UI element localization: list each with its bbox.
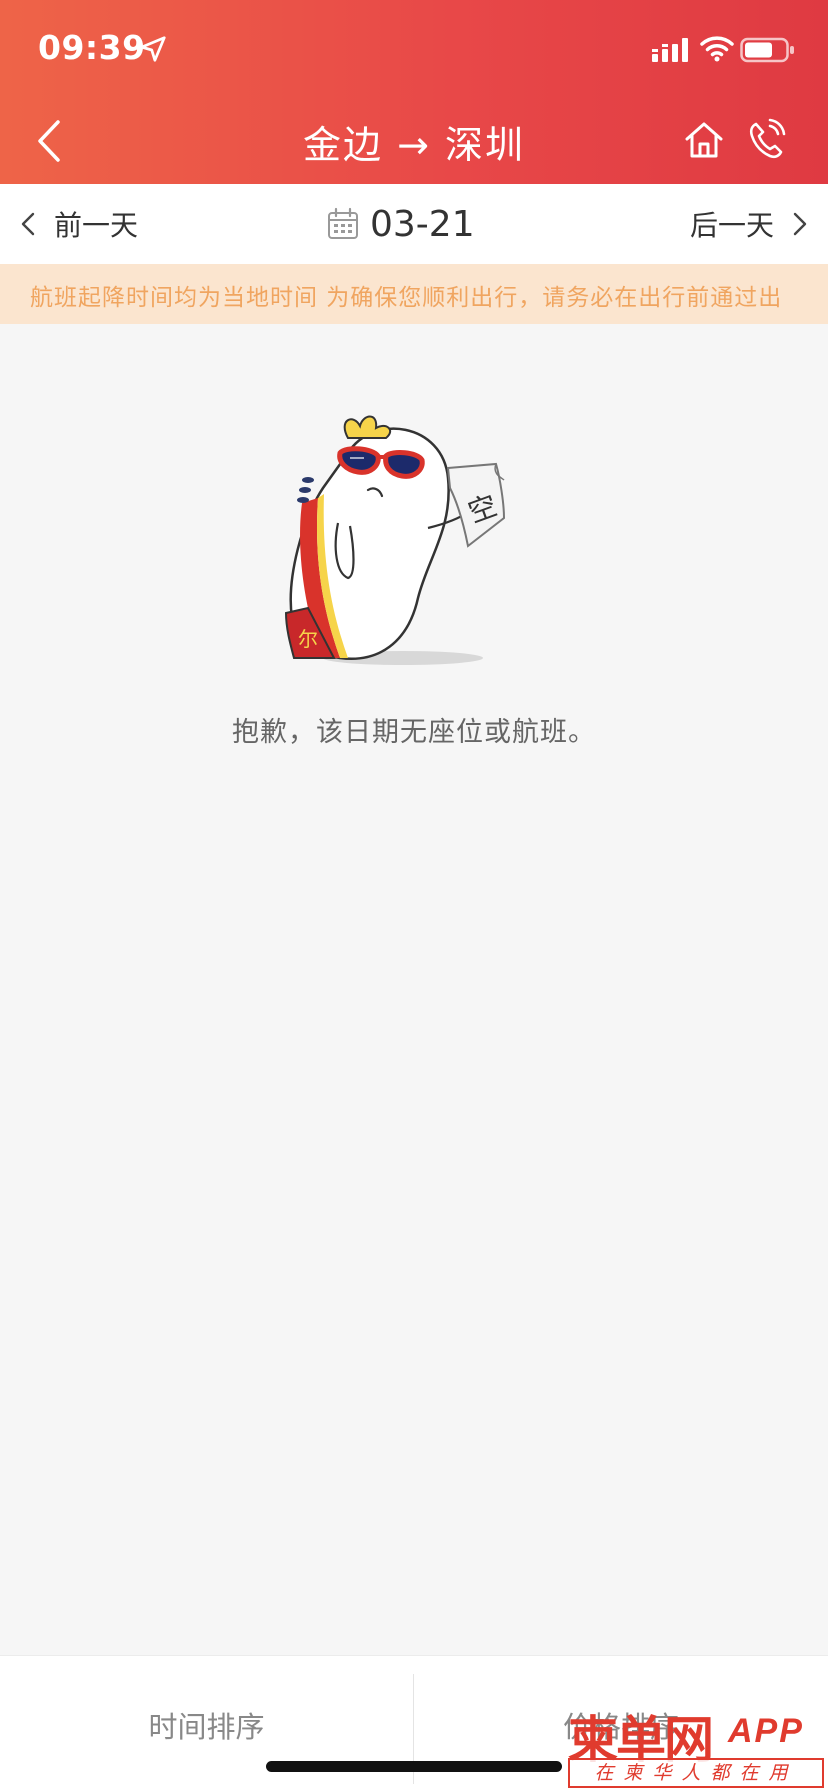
chevron-right-icon <box>793 212 807 236</box>
status-time: 09:39 <box>38 28 146 67</box>
home-indicator <box>266 1761 562 1772</box>
battery-icon <box>740 37 794 63</box>
status-bar: 09:39 <box>0 0 828 100</box>
date-switcher: 前一天 03-21 后一天 <box>0 184 828 264</box>
nav-bar: 金边 → 深圳 <box>0 100 828 184</box>
watermark-tagline: 在柬华人都在用 <box>568 1758 824 1788</box>
notice-banner: 航班起降时间均为当地时间 为确保您顺利出行，请务必在出行前通过出 <box>0 264 828 324</box>
calendar-icon <box>328 207 358 239</box>
prev-day-label: 前一天 <box>54 209 139 242</box>
svg-text:尔: 尔 <box>298 627 318 651</box>
signal-icon <box>652 38 688 62</box>
header: 09:39 金边 → 深圳 <box>0 0 828 184</box>
home-icon[interactable] <box>682 118 726 162</box>
phone-icon[interactable] <box>746 118 786 162</box>
next-day-button[interactable]: 后一天 <box>690 198 812 250</box>
date-picker[interactable]: 03-21 <box>326 198 475 250</box>
watermark-app-text: APP <box>728 1712 804 1750</box>
location-arrow-icon <box>140 36 166 62</box>
selected-date: 03-21 <box>370 203 475 245</box>
notice-text: 航班起降时间均为当地时间 为确保您顺利出行，请务必在出行前通过出 <box>30 285 783 311</box>
prev-day-button[interactable]: 前一天 <box>16 198 138 250</box>
empty-state-message: 抱歉，该日期无座位或航班。 <box>232 717 596 748</box>
next-day-label: 后一天 <box>689 209 774 242</box>
mascot-illustration: 尔 空 <box>284 415 506 665</box>
wifi-icon <box>700 36 734 62</box>
chevron-left-icon <box>21 212 35 236</box>
watermark: 柬单网 APP 在柬华人都在用 <box>568 1700 826 1790</box>
